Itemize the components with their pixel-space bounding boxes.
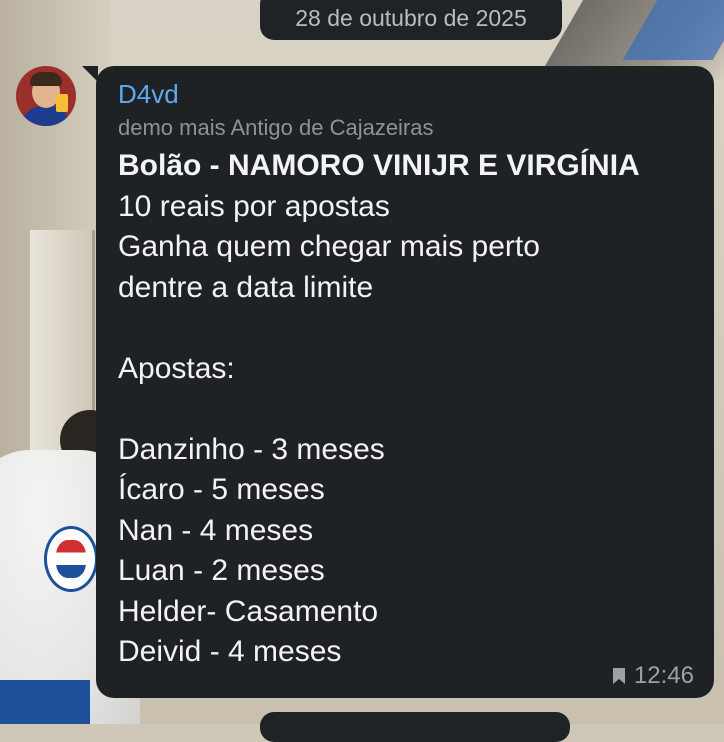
forwarded-from[interactable]: demo mais Antigo de Cajazeiras <box>118 114 692 142</box>
bookmark-icon <box>612 668 625 684</box>
background-sleeve <box>0 680 90 724</box>
message-text: Bolão - NAMORO VINIJR E VIRGÍNIA 10 reai… <box>118 146 692 673</box>
message-bubble[interactable]: D4vd demo mais Antigo de Cajazeiras Bolã… <box>96 66 714 698</box>
date-separator: 28 de outubro de 2025 <box>260 0 562 40</box>
next-date-separator <box>260 712 570 742</box>
message-line: Apostas: <box>118 351 235 385</box>
sender-name[interactable]: D4vd <box>118 78 692 110</box>
background-crest-inner <box>56 540 86 578</box>
message-line: Nan - 4 meses <box>118 513 314 547</box>
avatar-cup <box>56 94 68 112</box>
message-line: Ganha quem chegar mais perto <box>118 230 540 263</box>
message-line: Helder- Casamento <box>118 594 379 628</box>
message-line: dentre a data limite <box>118 270 374 304</box>
avatar-hair <box>30 72 62 86</box>
message-meta: 12:46 <box>612 662 694 690</box>
message-time: 12:46 <box>633 662 694 689</box>
message-line: 10 reais por apostas <box>118 189 390 223</box>
message-line: Luan - 2 meses <box>118 554 325 587</box>
sender-avatar[interactable] <box>16 66 76 126</box>
message-title: Bolão - NAMORO VINIJR E VIRGÍNIA <box>118 149 640 182</box>
message-line: Deivid - 4 meses <box>118 635 342 668</box>
message-line: Danzinho - 3 meses <box>118 432 385 466</box>
message-line: Ícaro - 5 meses <box>118 473 325 506</box>
